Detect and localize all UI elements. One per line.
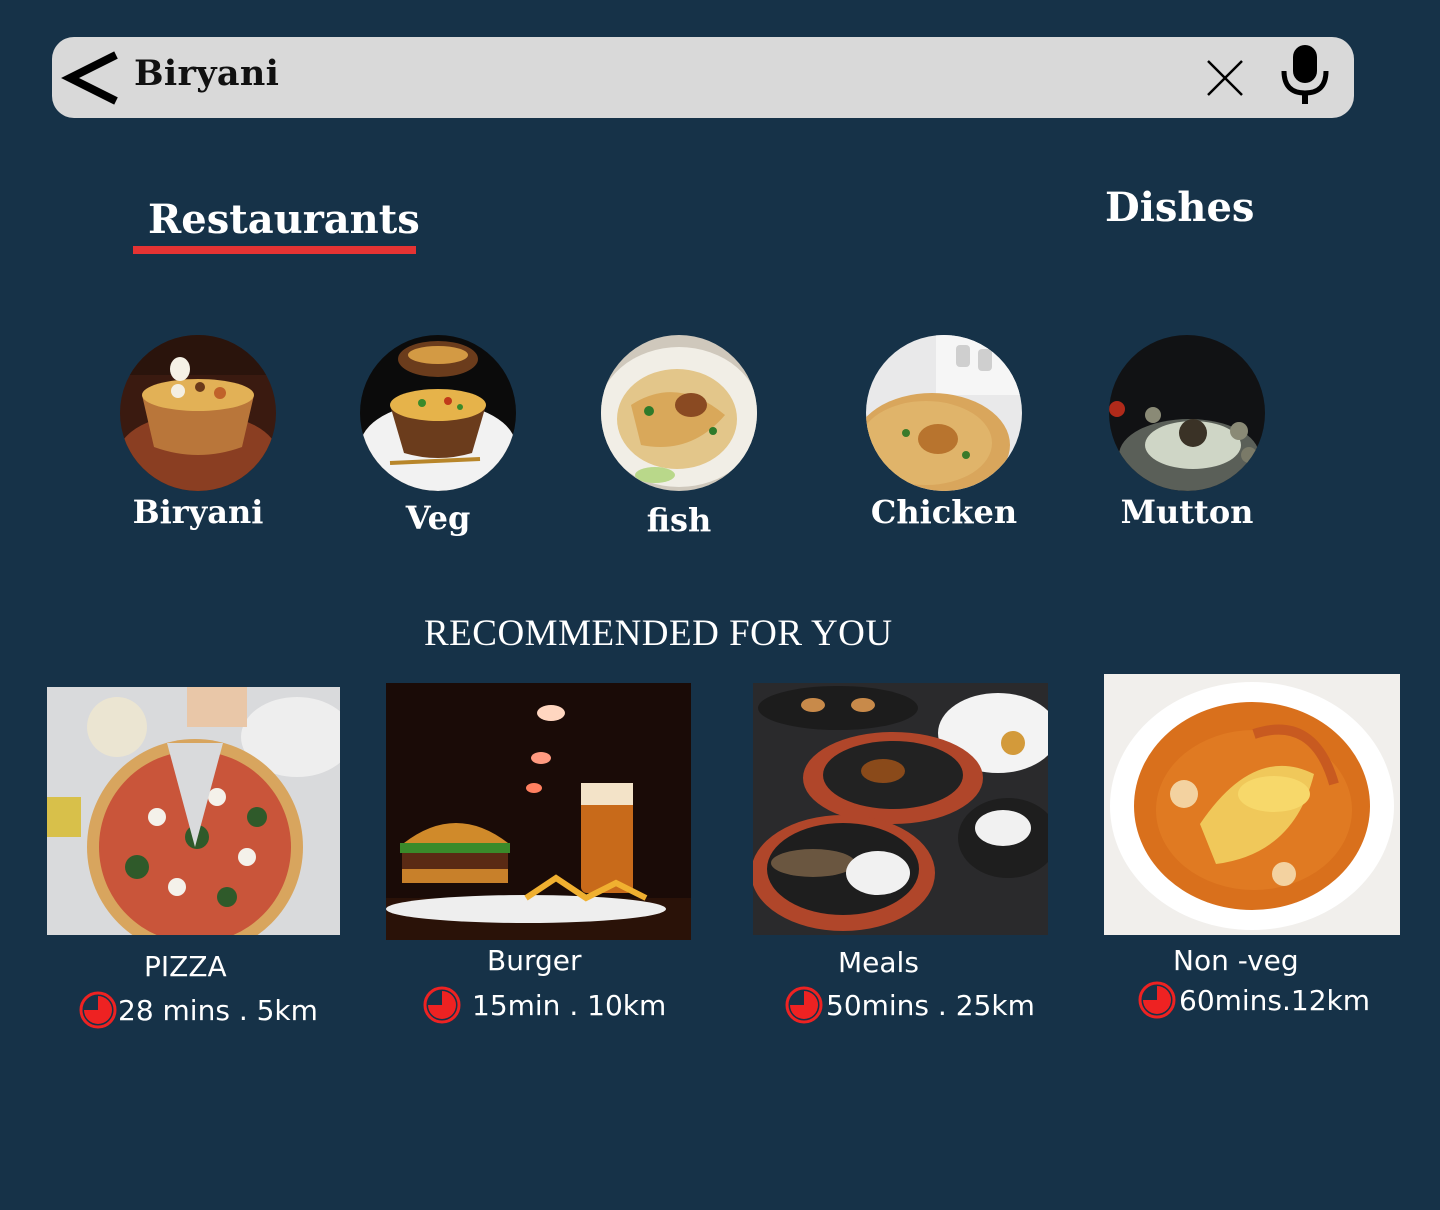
- category-veg[interactable]: Veg: [360, 335, 520, 545]
- meals-photo[interactable]: [753, 683, 1048, 935]
- back-chevron-icon[interactable]: [60, 49, 122, 107]
- tab-restaurants[interactable]: Restaurants: [148, 196, 420, 243]
- search-input[interactable]: Biryani: [134, 53, 279, 94]
- card-title: Non -veg: [1173, 944, 1299, 977]
- card-meta: 15min . 10km: [422, 985, 666, 1025]
- card-meta-text: 60mins.12km: [1179, 983, 1371, 1017]
- veg-biryani-photo: [360, 335, 516, 491]
- mutton-biryani-photo: [1109, 335, 1265, 491]
- card-title: Meals: [838, 946, 919, 979]
- burger-photo[interactable]: [386, 683, 691, 940]
- category-mutton[interactable]: Mutton: [1109, 335, 1269, 545]
- timer-icon: [785, 986, 823, 1024]
- category-chicken[interactable]: Chicken: [866, 335, 1026, 545]
- pizza-photo[interactable]: [47, 687, 340, 935]
- microphone-icon[interactable]: [1278, 43, 1332, 105]
- chicken-biryani-photo: [866, 335, 1022, 491]
- timer-icon: [79, 991, 117, 1029]
- category-label: Mutton: [1120, 493, 1254, 531]
- card-title: PIZZA: [144, 950, 227, 983]
- fish-biryani-photo: [601, 335, 757, 491]
- category-label: Veg: [405, 499, 471, 537]
- card-meta: 60mins.12km: [1137, 980, 1370, 1020]
- active-tab-indicator: [133, 246, 416, 254]
- category-fish[interactable]: fish: [601, 335, 761, 545]
- non-veg-curry-photo[interactable]: [1104, 674, 1400, 935]
- search-bar[interactable]: Biryani: [52, 37, 1354, 118]
- card-meta-text: 15min . 10km: [472, 988, 667, 1022]
- biryani-bowl-photo: [120, 335, 276, 491]
- tab-dishes[interactable]: Dishes: [1105, 184, 1254, 231]
- card-meta: 28 mins . 5km: [78, 990, 318, 1030]
- category-label: fish: [646, 501, 712, 539]
- card-meta: 50mins . 25km: [784, 985, 1035, 1025]
- card-title: Burger: [487, 944, 582, 977]
- category-biryani[interactable]: Biryani: [120, 335, 280, 545]
- timer-icon: [1138, 981, 1176, 1019]
- recommended-title: RECOMMENDED FOR YOU: [424, 613, 893, 654]
- card-meta-text: 50mins . 25km: [826, 988, 1035, 1022]
- close-icon[interactable]: [1204, 57, 1246, 99]
- category-label: Chicken: [870, 493, 1018, 531]
- category-label: Biryani: [132, 493, 264, 531]
- card-meta-text: 28 mins . 5km: [118, 993, 318, 1027]
- timer-icon: [423, 986, 461, 1024]
